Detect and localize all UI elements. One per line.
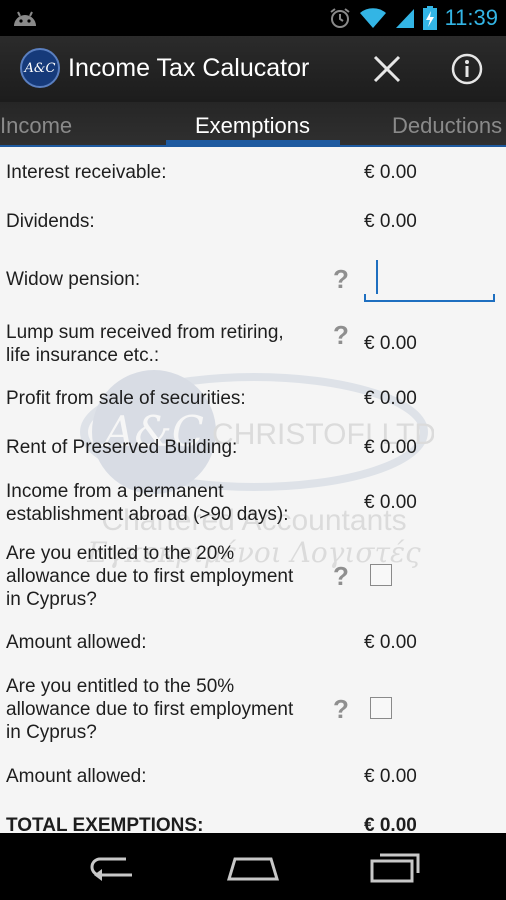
permanent-establishment-label-line1: Income from a permanent (6, 481, 224, 502)
profit-securities-value: € 0.00 (364, 388, 417, 409)
allowance-20-label-line2: allowance due to first employment (6, 566, 294, 587)
app-title: Income Tax Calucator (68, 54, 310, 82)
allowance-20-checkbox[interactable] (370, 564, 392, 586)
exemptions-form[interactable]: A&C CHRISTOFI LTD Chartered Accountants … (0, 147, 506, 833)
amount-allowed-20-label: Amount allowed: (6, 632, 147, 653)
interest-receivable-label: Interest receivable: (6, 162, 167, 183)
info-button[interactable] (450, 52, 484, 86)
home-button[interactable] (223, 847, 283, 887)
battery-charging-icon (422, 6, 437, 30)
alarm-icon (329, 8, 350, 28)
close-button[interactable] (370, 52, 404, 86)
wifi-icon (359, 8, 386, 28)
lump-sum-label-line2: life insurance etc.: (6, 345, 160, 366)
allowance-50-label-line1: Are you entitled to the 50% (6, 676, 235, 697)
permanent-establishment-value: € 0.00 (364, 492, 417, 513)
back-icon (90, 857, 132, 881)
lump-sum-help-icon[interactable]: ? (333, 322, 349, 348)
tab-deductions[interactable]: Deductions (392, 102, 502, 148)
recent-apps-button[interactable] (364, 847, 424, 887)
android-icon (14, 11, 36, 26)
action-bar: A&C Income Tax Calucator (0, 36, 506, 102)
status-bar: 11:39 (0, 0, 506, 36)
tab-income[interactable]: Income (0, 102, 72, 148)
signal-icon (395, 9, 414, 28)
total-exemptions-label: TOTAL EXEMPTIONS: (6, 815, 204, 833)
rent-preserved-value: € 0.00 (364, 437, 417, 458)
dividends-label: Dividends: (6, 211, 95, 232)
allowance-20-help-icon[interactable]: ? (333, 563, 349, 589)
permanent-establishment-label-line2: establishment abroad (>90 days): (6, 504, 289, 525)
allowance-20-label-line3: in Cyprus? (6, 589, 97, 610)
app-logo[interactable]: A&C (20, 48, 60, 88)
widow-pension-label: Widow pension: (6, 269, 141, 290)
allowance-50-label-line3: in Cyprus? (6, 722, 97, 743)
allowance-50-label-line2: allowance due to first employment (6, 699, 294, 720)
rent-preserved-label: Rent of Preserved Building: (6, 437, 238, 458)
allowance-50-help-icon[interactable]: ? (333, 696, 349, 722)
amount-allowed-20-value: € 0.00 (364, 632, 417, 653)
widow-pension-input[interactable] (364, 258, 495, 302)
text-cursor (376, 260, 378, 294)
allowance-50-checkbox[interactable] (370, 697, 392, 719)
amount-allowed-50-value: € 0.00 (364, 766, 417, 787)
total-exemptions-value: € 0.00 (364, 815, 417, 833)
widow-pension-help-icon[interactable]: ? (333, 266, 349, 292)
lump-sum-value: € 0.00 (364, 333, 417, 354)
lump-sum-label-line1: Lump sum received from retiring, (6, 322, 284, 343)
info-icon (451, 53, 483, 85)
profit-securities-label: Profit from sale of securities: (6, 388, 246, 409)
home-icon (226, 857, 280, 881)
back-button[interactable] (82, 847, 142, 887)
recent-apps-icon (370, 853, 420, 883)
interest-receivable-value: € 0.00 (364, 162, 417, 183)
close-icon (373, 55, 401, 83)
status-time: 11:39 (444, 5, 498, 30)
allowance-20-label-line1: Are you entitled to the 20% (6, 543, 235, 564)
navigation-bar (0, 833, 506, 900)
amount-allowed-50-label: Amount allowed: (6, 766, 147, 787)
dividends-value: € 0.00 (364, 211, 417, 232)
